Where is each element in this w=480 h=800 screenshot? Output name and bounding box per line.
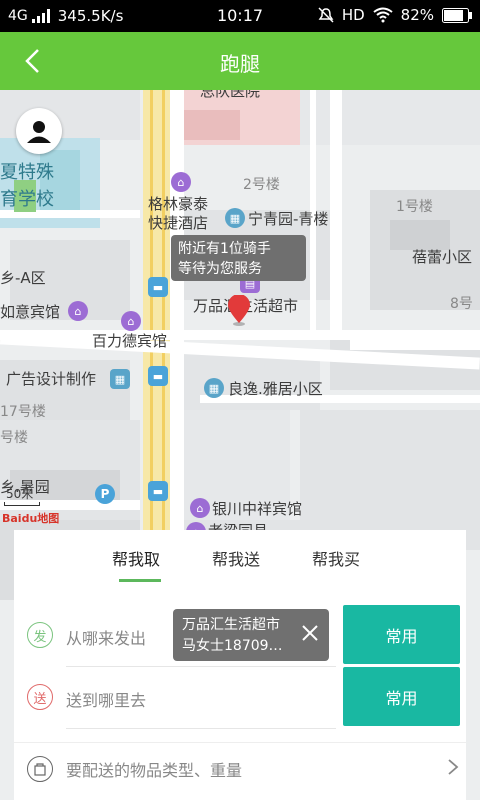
goods-type-input[interactable]: 要配送的物品类型、重量	[66, 757, 242, 781]
hotel-poi-icon[interactable]: ⌂	[171, 172, 191, 192]
map-label-xiang-a: 乡-A区	[0, 269, 46, 287]
location-pin-icon	[226, 294, 252, 327]
map-label-ad: 广告设计制作	[6, 370, 97, 388]
from-address-input[interactable]: 从哪来发出	[66, 625, 146, 649]
address-suggestion-popup[interactable]: 万品汇生活超市 马女士18709…	[173, 609, 329, 661]
bus-stop-icon[interactable]: ▬	[148, 481, 168, 501]
user-icon	[27, 121, 51, 143]
status-bar: 4G 345.5K/s 10:17 HD 82%	[0, 0, 480, 32]
baidu-logo: Baidu地图	[2, 512, 60, 525]
from-icon: 发	[27, 622, 53, 648]
hotel-poi-icon[interactable]: ⌂	[68, 301, 88, 321]
rider-tooltip-line1: 附近有1位骑手	[178, 241, 271, 257]
page-title: 跑腿	[220, 52, 260, 76]
map-label-liangyi: 良逸.雅居小区	[228, 380, 323, 398]
to-row[interactable]: 送 送到哪里去 常用	[14, 667, 466, 727]
battery-icon	[442, 7, 472, 23]
order-panel: 帮我取 帮我送 帮我买 发 从哪来发出 常用 送 送到哪里去 常用 要配送的物品…	[14, 530, 466, 800]
map-label-baili: 百力德宾馆	[92, 332, 168, 350]
to-address-input[interactable]: 送到哪里去	[66, 687, 146, 711]
bus-stop-icon[interactable]: ▬	[148, 366, 168, 386]
hotel-poi-icon[interactable]: ⌂	[190, 498, 210, 518]
app-header: 跑腿	[0, 32, 480, 90]
tab-deliver[interactable]: 帮我送	[212, 546, 260, 570]
map-label-ruyi: 如意宾馆	[0, 303, 61, 321]
bag-icon	[27, 756, 53, 782]
tab-pickup[interactable]: 帮我取	[112, 546, 160, 570]
scale-bar	[4, 502, 40, 506]
active-tab-indicator	[119, 579, 161, 582]
map-label-hotel-1b: 快捷酒店	[148, 214, 209, 232]
hotel-poi-icon[interactable]: ⌂	[121, 311, 141, 331]
to-common-button[interactable]: 常用	[343, 667, 460, 726]
building-poi-icon[interactable]: ▦	[110, 369, 130, 389]
map-label-school-2: 育学校	[0, 189, 54, 210]
tab-buy[interactable]: 帮我买	[312, 546, 360, 570]
map-label-building-2: 2号楼	[243, 177, 280, 193]
row-divider	[66, 728, 336, 729]
battery-percent: 82%	[400, 6, 434, 24]
map-scale: 50米	[6, 487, 34, 501]
residence-poi-icon[interactable]: ▦	[204, 378, 224, 398]
from-common-button[interactable]: 常用	[343, 605, 460, 664]
map-label-yinchuan: 银川中祥宾馆	[212, 500, 303, 518]
close-icon	[302, 625, 318, 641]
map-label-beilei: 蓓蕾小区	[412, 248, 473, 266]
user-avatar-button[interactable]	[16, 108, 62, 154]
tab-bar: 帮我取 帮我送 帮我买	[14, 530, 466, 590]
map-label-school-1: 夏特殊	[0, 162, 54, 183]
mute-icon	[318, 7, 334, 23]
bus-stop-icon[interactable]: ▬	[148, 277, 168, 297]
rider-tooltip-line2: 等待为您服务	[178, 261, 262, 277]
map-label-building-8: 8号	[450, 296, 473, 312]
map-label-hospital: 总队医院	[200, 90, 261, 100]
map-label-yuqing: 宁青园-青楼	[248, 210, 329, 228]
chevron-right-icon	[446, 757, 460, 777]
map-label-building-17: 17号楼	[0, 404, 46, 420]
map-label-building-1: 1号楼	[396, 199, 433, 215]
parking-icon[interactable]: P	[95, 484, 115, 504]
map-label-building: 号楼	[0, 430, 28, 446]
residence-poi-icon[interactable]: ▦	[225, 208, 245, 228]
map-label-hotel-1a: 格林豪泰	[148, 195, 209, 213]
goods-row[interactable]: 要配送的物品类型、重量	[14, 742, 466, 792]
hd-badge: HD	[341, 6, 365, 24]
rider-tooltip: 附近有1位骑手 等待为您服务	[171, 235, 306, 281]
to-icon: 送	[27, 684, 53, 710]
wifi-icon	[373, 7, 393, 23]
close-popup-button[interactable]	[300, 623, 320, 643]
